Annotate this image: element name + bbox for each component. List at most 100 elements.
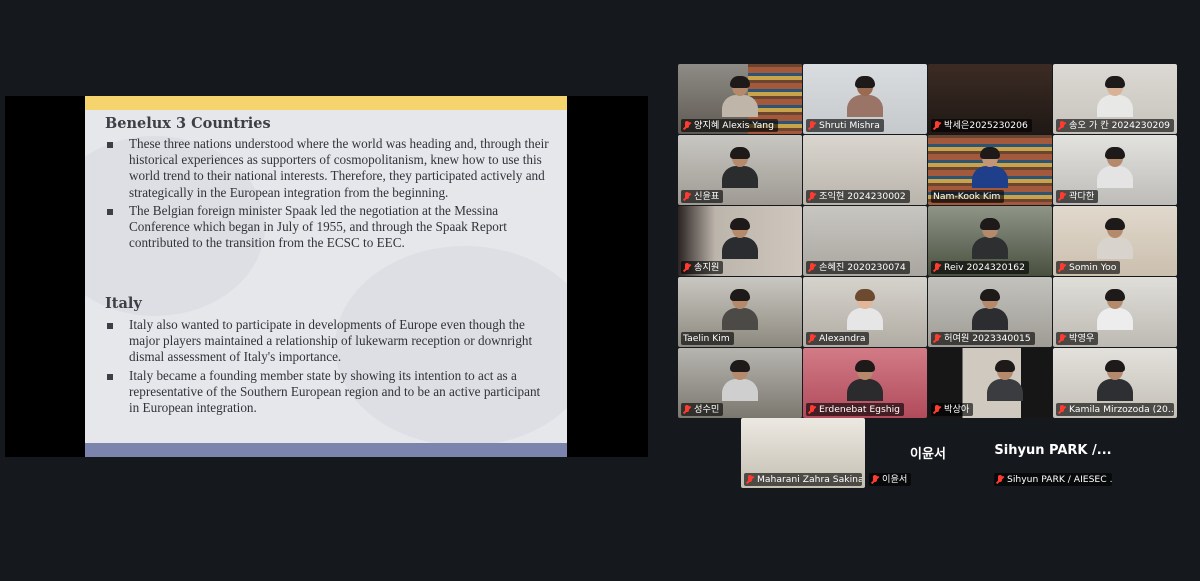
participant-name: Somin Yoo <box>1069 262 1117 273</box>
participant-video <box>986 360 1023 401</box>
participant-name: Erdenebat Egshig <box>819 404 900 415</box>
participant-tile[interactable]: 송오 가 칸 2024230209 <box>1053 64 1177 134</box>
participant-video <box>1097 289 1133 330</box>
participant-video <box>722 76 758 117</box>
mic-muted-icon <box>808 120 816 131</box>
slide-heading-italy: Italy <box>105 295 142 312</box>
mic-muted-icon <box>933 333 941 344</box>
participant-video <box>1097 76 1133 117</box>
mic-muted-icon <box>1058 404 1066 415</box>
participant-name: Reiv 2024320162 <box>944 262 1025 273</box>
bullet-item: Italy also wanted to participate in deve… <box>105 317 553 366</box>
participant-name: Alexandra <box>819 333 866 344</box>
participant-video <box>972 147 1008 188</box>
benelux-bullet-list: These three nations understood where the… <box>105 136 553 253</box>
participant-tile[interactable]: Maharani Zahra Sakina <box>741 418 865 488</box>
mic-muted-icon <box>933 404 941 415</box>
participant-name: 손혜진 2020230074 <box>819 262 906 273</box>
participant-tile[interactable]: Somin Yoo <box>1053 206 1177 276</box>
participant-video <box>972 289 1008 330</box>
participant-name-tag: 손혜진 2020230074 <box>806 261 910 274</box>
mic-muted-icon <box>996 474 1004 485</box>
participant-video <box>722 289 758 330</box>
participant-tile[interactable]: 곽다한 <box>1053 135 1177 205</box>
italy-bullet-list: Italy also wanted to participate in deve… <box>105 317 553 418</box>
participant-name: 성수민 <box>694 404 720 415</box>
participant-tile[interactable]: 성수민 <box>678 348 802 418</box>
participant-tile[interactable]: 신윤표 <box>678 135 802 205</box>
participant-name-tag: Somin Yoo <box>1056 261 1121 274</box>
participant-tile[interactable]: Kamila Mirzozoda (20... <box>1053 348 1177 418</box>
participant-video <box>1097 360 1133 401</box>
mic-muted-icon <box>683 120 691 131</box>
mic-muted-icon <box>808 262 816 273</box>
mic-muted-icon <box>1058 120 1066 131</box>
participant-name: 허여원 2023340015 <box>944 333 1031 344</box>
mic-muted-icon <box>871 474 879 485</box>
participant-name: 곽다한 <box>1069 191 1095 202</box>
mic-muted-icon <box>933 262 941 273</box>
participant-tile[interactable]: 박상아 <box>928 348 1052 418</box>
participant-tile-no-video[interactable]: 이윤서 이윤서 <box>866 418 990 488</box>
participant-video <box>722 147 758 188</box>
mic-muted-icon <box>683 262 691 273</box>
participant-name-tag: Alexandra <box>806 332 870 345</box>
participant-name: 박상아 <box>944 404 970 415</box>
bullet-item: These three nations understood where the… <box>105 136 553 201</box>
mic-muted-icon <box>808 333 816 344</box>
mic-muted-icon <box>1058 333 1066 344</box>
participant-video <box>1097 147 1133 188</box>
participant-tile[interactable]: Shruti Mishra <box>803 64 927 134</box>
participant-name: 박영우 <box>1069 333 1095 344</box>
participant-tile[interactable]: 송지원 <box>678 206 802 276</box>
participant-name-tag: 이윤서 <box>869 473 912 486</box>
participant-tile[interactable]: 조익현 2024230002 <box>803 135 927 205</box>
participant-tile[interactable]: 박영우 <box>1053 277 1177 347</box>
participant-video <box>847 360 883 401</box>
participant-video <box>972 218 1008 259</box>
participant-video <box>722 218 758 259</box>
slide-top-accent-bar <box>85 96 567 110</box>
participant-name: Kamila Mirzozoda (20... <box>1069 404 1174 415</box>
participant-video <box>847 289 883 330</box>
participant-display-name: Sihyun PARK /... <box>994 443 1112 458</box>
participant-name: 신윤표 <box>694 191 720 202</box>
participant-tile-active-speaker[interactable]: Nam-Kook Kim <box>928 135 1052 205</box>
participant-name: Shruti Mishra <box>819 120 880 131</box>
participant-name-tag: 박세은2025230206 <box>931 119 1032 132</box>
participant-tile[interactable]: 허여원 2023340015 <box>928 277 1052 347</box>
participant-tile[interactable]: Reiv 2024320162 <box>928 206 1052 276</box>
participant-tile[interactable]: Taelin Kim <box>678 277 802 347</box>
participant-video <box>847 76 883 117</box>
mic-muted-icon <box>683 191 691 202</box>
participant-name-tag: Maharani Zahra Sakina <box>744 473 862 486</box>
bullet-item: The Belgian foreign minister Spaak led t… <box>105 203 553 252</box>
participant-name: Taelin Kim <box>683 333 730 344</box>
participant-name-tag: Nam-Kook Kim <box>931 190 1005 203</box>
mic-muted-icon <box>808 191 816 202</box>
participant-tile[interactable]: 양지혜 Alexis Yang <box>678 64 802 134</box>
participant-video <box>1097 218 1133 259</box>
mic-muted-icon <box>746 474 754 485</box>
participant-tile[interactable]: Erdenebat Egshig <box>803 348 927 418</box>
mic-muted-icon <box>808 404 816 415</box>
participant-tile-no-video[interactable]: Sihyun PARK /... Sihyun PARK / AIESEC ..… <box>991 418 1115 488</box>
participant-name: 이윤서 <box>882 474 908 485</box>
participant-name-tag: 조익현 2024230002 <box>806 190 910 203</box>
shared-screen: Benelux 3 Countries These three nations … <box>5 96 648 457</box>
participant-tile[interactable]: 손혜진 2020230074 <box>803 206 927 276</box>
mic-muted-icon <box>933 120 941 131</box>
participant-tile[interactable]: 박세은2025230206 <box>928 64 1052 134</box>
participant-name-tag: 허여원 2023340015 <box>931 332 1035 345</box>
participant-name-tag: 성수민 <box>681 403 724 416</box>
participant-name-tag: Reiv 2024320162 <box>931 261 1029 274</box>
presentation-slide: Benelux 3 Countries These three nations … <box>85 96 567 457</box>
participant-name-tag: Shruti Mishra <box>806 119 884 132</box>
participant-name-tag: 송오 가 칸 2024230209 <box>1056 119 1174 132</box>
participant-tile[interactable]: Alexandra <box>803 277 927 347</box>
participant-name-tag: Sihyun PARK / AIESEC ... <box>994 473 1112 486</box>
participant-video <box>722 360 758 401</box>
participant-name: 양지혜 Alexis Yang <box>694 120 774 131</box>
participant-name: Nam-Kook Kim <box>933 191 1001 202</box>
participant-name-tag: 신윤표 <box>681 190 724 203</box>
